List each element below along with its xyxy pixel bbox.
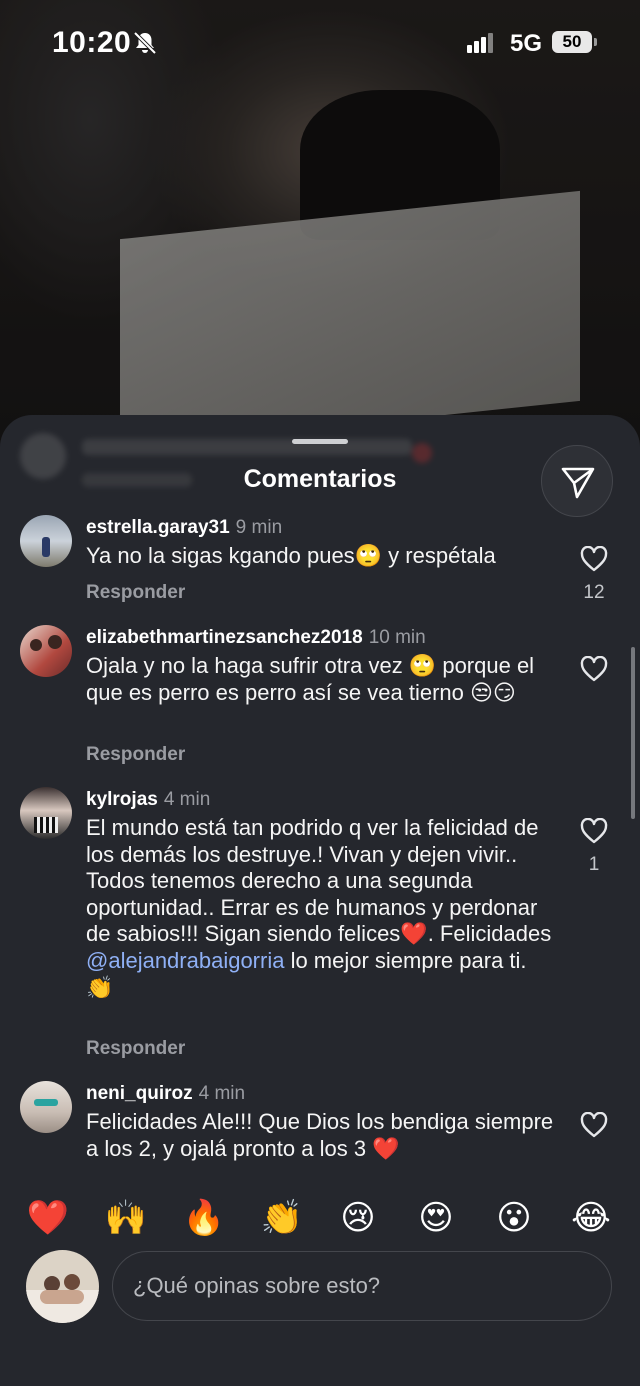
like-count: 12 — [583, 582, 605, 603]
bell-slash-icon — [132, 30, 158, 56]
like-button[interactable]: 1 — [578, 818, 610, 876]
comment-composer: ¿Qué opinas sobre esto? — [0, 1250, 640, 1350]
comment-item: elizabethmartinezsanchez2018 10 min Ojala… — [0, 625, 640, 785]
comment-text: Felicidades Ale!!! Que Dios los bendiga … — [86, 1109, 554, 1161]
emoji-surprised-button[interactable]: 😮 — [484, 1188, 544, 1248]
emoji-clapping-button[interactable]: 👏 — [252, 1188, 312, 1248]
emoji-crying-button[interactable]: 😢 — [328, 1188, 388, 1248]
cellular-signal-icon — [467, 33, 495, 53]
mention-link[interactable]: @alejandrabaigorria — [86, 948, 284, 973]
comment-time: 10 min — [368, 627, 426, 648]
avatar — [26, 1250, 99, 1323]
reply-button[interactable]: Responder — [86, 582, 185, 604]
heart-outline-icon — [580, 1112, 608, 1138]
comments-sheet: Comentarios estrella.garay31 9 min Ya no … — [0, 415, 640, 1386]
heart-outline-icon — [580, 656, 608, 682]
emoji-heart-eyes-button[interactable]: 😍 — [406, 1188, 466, 1248]
comment-item: estrella.garay31 9 min Ya no la sigas kga… — [0, 515, 640, 625]
avatar[interactable] — [20, 787, 72, 839]
emoji-raised-hands-button[interactable]: 🙌 — [96, 1188, 156, 1248]
battery-icon: 50 — [552, 31, 597, 53]
username-text[interactable]: elizabethmartinezsanchez2018 — [86, 627, 363, 648]
like-button[interactable] — [578, 656, 610, 682]
avatar[interactable] — [20, 515, 72, 567]
comment-item: neni_quiroz 4 min Felicidades Ale!!! Que … — [0, 1081, 640, 1185]
comment-text-part: El mundo está tan podrido q ver la felic… — [86, 815, 552, 947]
reply-button[interactable]: Responder — [86, 744, 185, 766]
comment-text: Ya no la sigas kgando pues🙄 y respétala — [86, 543, 496, 568]
like-button[interactable] — [578, 1112, 610, 1138]
username-text[interactable]: neni_quiroz — [86, 1083, 193, 1104]
heart-outline-icon — [580, 818, 608, 844]
reply-button[interactable]: Responder — [86, 1038, 185, 1060]
username-text[interactable]: estrella.garay31 — [86, 517, 230, 538]
comment-time: 9 min — [235, 517, 283, 538]
emoji-heart-button[interactable]: ❤️ — [18, 1188, 78, 1248]
comment-text: El mundo está tan podrido q ver la felic… — [86, 815, 556, 1001]
scrollbar[interactable] — [631, 647, 635, 819]
like-button[interactable]: 12 — [578, 546, 610, 604]
comment-time: 4 min — [163, 789, 211, 810]
emoji-reaction-bar: ❤️ 🙌 🔥 👏 😢 😍 😮 😂 — [0, 1188, 640, 1248]
status-bar: 10:20 5G 50 — [0, 0, 640, 88]
status-time: 10:20 — [52, 26, 132, 59]
like-count: 1 — [588, 854, 600, 875]
comment-text: Ojala y no la haga sufrir otra vez 🙄 por… — [86, 653, 535, 705]
network-type: 5G — [510, 30, 543, 57]
avatar[interactable] — [20, 625, 72, 677]
comment-username[interactable]: estrella.garay31 9 min — [86, 517, 282, 539]
comment-item: kylrojas 4 min El mundo está tan podrido … — [0, 787, 640, 1077]
comment-time: 4 min — [198, 1083, 246, 1104]
heart-outline-icon — [580, 546, 608, 572]
avatar[interactable] — [20, 1081, 72, 1133]
sheet-drag-handle[interactable] — [292, 439, 348, 444]
emoji-laughing-button[interactable]: 😂 — [561, 1188, 621, 1248]
emoji-fire-button[interactable]: 🔥 — [174, 1188, 234, 1248]
username-text[interactable]: kylrojas — [86, 789, 158, 810]
share-button[interactable] — [541, 445, 613, 517]
comment-input[interactable]: ¿Qué opinas sobre esto? — [112, 1251, 612, 1321]
send-icon — [561, 467, 595, 499]
comment-username[interactable]: kylrojas 4 min — [86, 789, 210, 811]
comment-username[interactable]: elizabethmartinezsanchez2018 10 min — [86, 627, 426, 649]
comment-username[interactable]: neni_quiroz 4 min — [86, 1083, 245, 1105]
